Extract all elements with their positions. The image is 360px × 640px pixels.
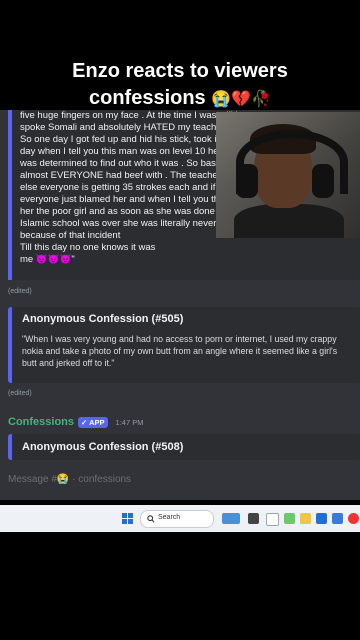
message-input[interactable]: Message #😭 · confessions (0, 468, 360, 494)
message-timestamp: 1:47 PM (115, 417, 144, 427)
embed-title: Anonymous Confession (#508) (22, 441, 184, 453)
message-line: me 😈😈😈" (20, 254, 75, 265)
app-badge: ✓ APP (78, 416, 108, 428)
message-line: Till this day no one knows it was (20, 242, 156, 253)
streamer-webcam (216, 112, 360, 238)
embed-title: Anonymous Confession (#505) (22, 313, 184, 325)
windows-taskbar: Search (0, 505, 360, 532)
embed-body: "When I was very young and had no access… (22, 334, 338, 368)
message-author-row: Confessions ✓ APP 1:47 PM (8, 416, 143, 428)
webcam-shirt (234, 204, 344, 238)
app-icon[interactable] (284, 513, 295, 524)
chrome-icon[interactable] (348, 513, 359, 524)
windows-start-icon[interactable] (122, 513, 133, 524)
task-view-icon[interactable] (248, 513, 259, 524)
overlay-title-emojis: 😭💔🥀 (211, 91, 272, 108)
message-input-placeholder: Message #😭 · confessions (8, 474, 132, 485)
edge-browser-icon[interactable] (316, 513, 327, 524)
taskbar-search[interactable]: Search (140, 510, 214, 528)
overlay-title-line2: confessions 😭💔🥀 (0, 85, 360, 113)
taskbar-search-label: Search (158, 514, 181, 521)
confession-embed-508[interactable]: Anonymous Confession (#508) (8, 434, 360, 460)
file-explorer-icon[interactable] (300, 513, 311, 524)
overlay-title-line2-text: confessions (88, 87, 206, 109)
overlay-title-line1: Enzo reacts to viewers (72, 60, 288, 82)
search-icon (147, 515, 155, 523)
author-name[interactable]: Confessions (8, 416, 74, 428)
confession-embed-505[interactable]: Anonymous Confession (#505) "When I was … (8, 307, 360, 383)
store-icon[interactable] (332, 513, 343, 524)
headphone-cup-right (312, 164, 334, 198)
headphone-cup-left (236, 164, 258, 198)
overlay-title: Enzo reacts to viewers confessions 😭💔🥀 (0, 58, 360, 113)
edited-label: (edited) (8, 288, 32, 295)
edited-label: (edited) (8, 390, 32, 397)
notepad-icon[interactable] (266, 513, 279, 526)
weather-widget-icon[interactable] (222, 513, 240, 524)
